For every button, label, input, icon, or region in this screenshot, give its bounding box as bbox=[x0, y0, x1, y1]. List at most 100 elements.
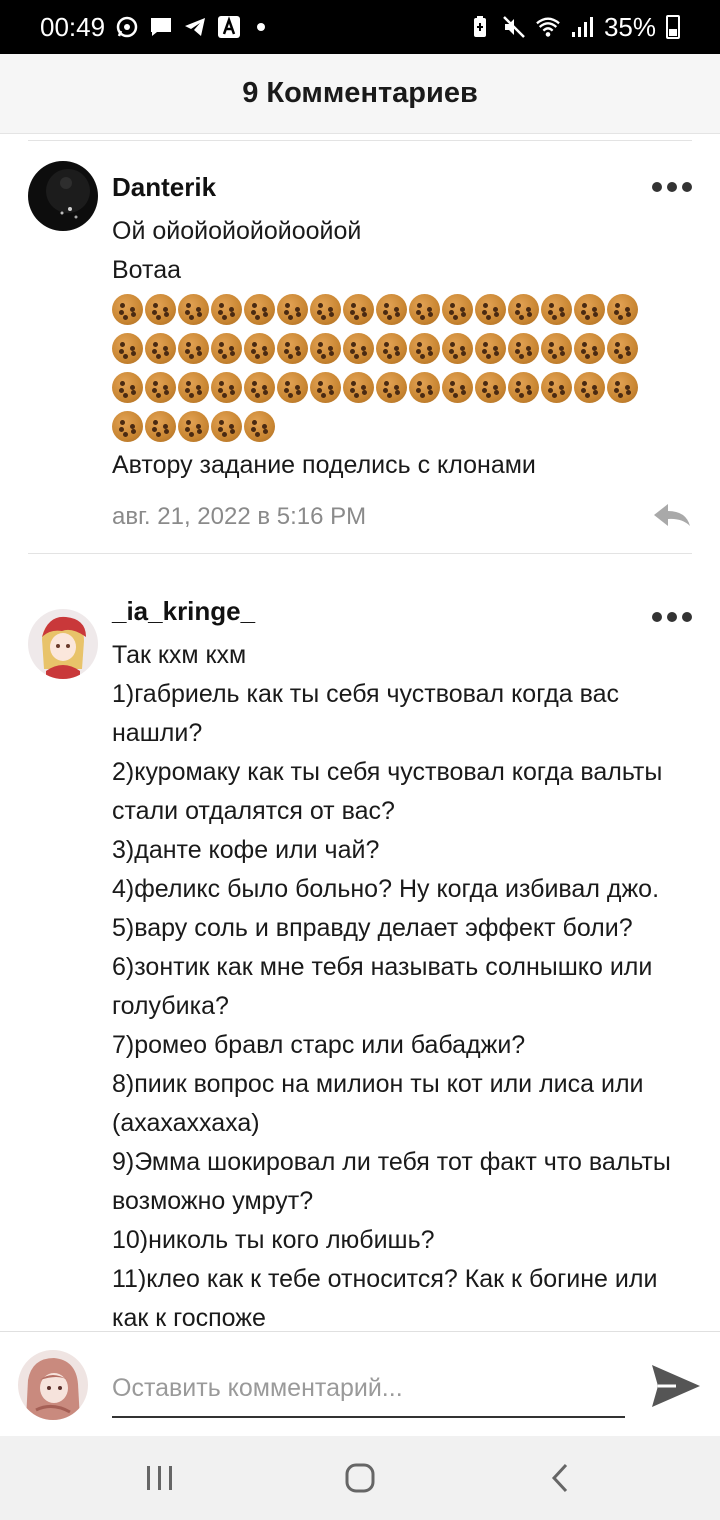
cookie-emoji-icon bbox=[244, 294, 275, 325]
avatar bbox=[18, 1350, 88, 1420]
cookie-emoji-icon bbox=[244, 372, 275, 403]
cookie-emoji-icon bbox=[442, 333, 473, 364]
cookie-emoji-icon bbox=[310, 333, 341, 364]
signal-icon bbox=[570, 15, 594, 39]
cookie-emoji-icon bbox=[343, 372, 374, 403]
cookie-emoji-icon bbox=[409, 372, 440, 403]
mute-icon bbox=[502, 15, 526, 39]
back-button[interactable] bbox=[530, 1448, 590, 1508]
divider bbox=[28, 553, 692, 554]
cookie-emoji-icon bbox=[607, 372, 638, 403]
cookie-row bbox=[112, 368, 692, 407]
cookie-emoji-icon bbox=[145, 294, 176, 325]
cookie-emoji-icon bbox=[211, 294, 242, 325]
comment-line: Ой ойойойойойоойой bbox=[112, 217, 362, 245]
more-dots-icon[interactable] bbox=[652, 181, 692, 193]
system-nav-bar bbox=[0, 1436, 720, 1520]
translate-icon bbox=[217, 15, 241, 39]
comment-meta: авг. 21, 2022 в 5:16 PM bbox=[112, 497, 692, 537]
status-left: 00:49 bbox=[40, 12, 266, 43]
message-icon bbox=[149, 15, 173, 39]
cookie-emoji-icon bbox=[277, 333, 308, 364]
cookie-emoji-icon bbox=[145, 333, 176, 364]
cookie-emoji-icon bbox=[178, 411, 209, 442]
comment-username[interactable]: Danterik bbox=[112, 167, 692, 207]
notification-dot-icon bbox=[257, 23, 266, 31]
comment-timestamp: авг. 21, 2022 в 5:16 PM bbox=[112, 503, 367, 530]
recents-button[interactable] bbox=[130, 1448, 190, 1508]
cookie-emoji-icon bbox=[112, 372, 143, 403]
comment-line: нашли? bbox=[112, 719, 203, 747]
page-title: 9 Комментариев bbox=[242, 77, 478, 109]
comment-line: Так кхм кхм bbox=[112, 641, 247, 669]
cookie-emoji-icon bbox=[475, 372, 506, 403]
avatar[interactable] bbox=[28, 161, 98, 231]
more-dots-icon[interactable] bbox=[652, 611, 692, 623]
comment-line: возможно умрут? bbox=[112, 1187, 314, 1215]
cookie-emoji-icon bbox=[541, 372, 572, 403]
comment-body: Ой ойойойойойоойой Вотаа Автору задание … bbox=[112, 212, 692, 485]
comment-line: 3)данте кофе или чай? bbox=[112, 836, 380, 864]
cookie-emoji-icon bbox=[574, 333, 605, 364]
recents-icon bbox=[147, 1466, 172, 1490]
comment-line: 6)зонтик как мне тебя называть солнышко … bbox=[112, 953, 653, 981]
battery-saver-icon bbox=[468, 15, 492, 39]
cookie-row bbox=[112, 407, 692, 446]
cookie-emoji-icon bbox=[343, 294, 374, 325]
home-icon bbox=[345, 1463, 375, 1493]
cookie-emoji-icon bbox=[178, 372, 209, 403]
comment-item: Danterik Ой ойойойойойоойой Вотаа Автору… bbox=[0, 141, 720, 537]
comment-line: 5)вару соль и вправду делает эффект боли… bbox=[112, 914, 633, 942]
avatar[interactable] bbox=[28, 609, 98, 679]
cookie-emoji-icon bbox=[409, 333, 440, 364]
comment-line: 9)Эмма шокировал ли тебя тот факт что ва… bbox=[112, 1148, 671, 1176]
cookie-emoji-icon bbox=[607, 333, 638, 364]
comment-line: 10)николь ты кого любишь? bbox=[112, 1226, 435, 1254]
back-icon bbox=[551, 1463, 568, 1493]
comment-line: 4)феликс было больно? Ну когда избивал д… bbox=[112, 875, 660, 903]
cookie-emoji-icon bbox=[211, 411, 242, 442]
cookie-emoji-icon bbox=[442, 294, 473, 325]
comment-composer bbox=[0, 1331, 720, 1436]
comment-line: 1)габриель как ты себя чуствовал когда в… bbox=[112, 680, 620, 708]
cookie-emoji-icon bbox=[343, 333, 374, 364]
battery-percent: 35% bbox=[603, 11, 656, 42]
comment-line: (ахахаххаха) bbox=[112, 1109, 260, 1137]
comment-input[interactable] bbox=[112, 1360, 625, 1418]
comment-line: как к госпоже bbox=[112, 1304, 266, 1331]
cookie-emoji-icon bbox=[112, 333, 143, 364]
cookie-emoji-icon bbox=[310, 372, 341, 403]
send-button[interactable] bbox=[648, 1360, 704, 1412]
cookie-emoji-icon bbox=[541, 294, 572, 325]
cookie-emoji-icon bbox=[376, 372, 407, 403]
cookie-emoji-icon bbox=[442, 372, 473, 403]
cookie-emoji-icon bbox=[244, 411, 275, 442]
cookie-emoji-icon bbox=[574, 294, 605, 325]
cookie-emoji-icon bbox=[178, 294, 209, 325]
telegram-icon bbox=[183, 15, 207, 39]
cookie-row bbox=[112, 290, 692, 329]
comment-line: Вотаа bbox=[112, 256, 182, 284]
cookie-emoji-icon bbox=[607, 294, 638, 325]
comment-list[interactable]: Danterik Ой ойойойойойоойой Вотаа Автору… bbox=[0, 141, 720, 1331]
send-icon bbox=[652, 1365, 700, 1407]
cookie-emoji-icon bbox=[211, 372, 242, 403]
cookie-emoji-icon bbox=[541, 333, 572, 364]
comment-username[interactable]: _ia_kringe_ bbox=[112, 591, 692, 631]
reply-arrow-icon[interactable] bbox=[652, 502, 692, 532]
cookie-emoji-icon bbox=[211, 333, 242, 364]
cookie-emoji-icon bbox=[508, 372, 539, 403]
battery-icon bbox=[666, 15, 680, 39]
comment-line: 7)ромео бравл старс или бабаджи? bbox=[112, 1031, 526, 1059]
cookie-emoji-icon bbox=[178, 333, 209, 364]
header: 9 Комментариев bbox=[0, 54, 720, 134]
cookie-emoji-icon bbox=[244, 333, 275, 364]
cookie-emoji-icon bbox=[508, 294, 539, 325]
cookie-emoji-icon bbox=[376, 333, 407, 364]
cookie-emoji-icon bbox=[376, 294, 407, 325]
comment-line: Автору задание поделись с клонами bbox=[112, 451, 536, 479]
cookie-emoji-icon bbox=[277, 372, 308, 403]
cookie-emoji-icon bbox=[574, 372, 605, 403]
cookie-row bbox=[112, 329, 692, 368]
home-button[interactable] bbox=[330, 1448, 390, 1508]
